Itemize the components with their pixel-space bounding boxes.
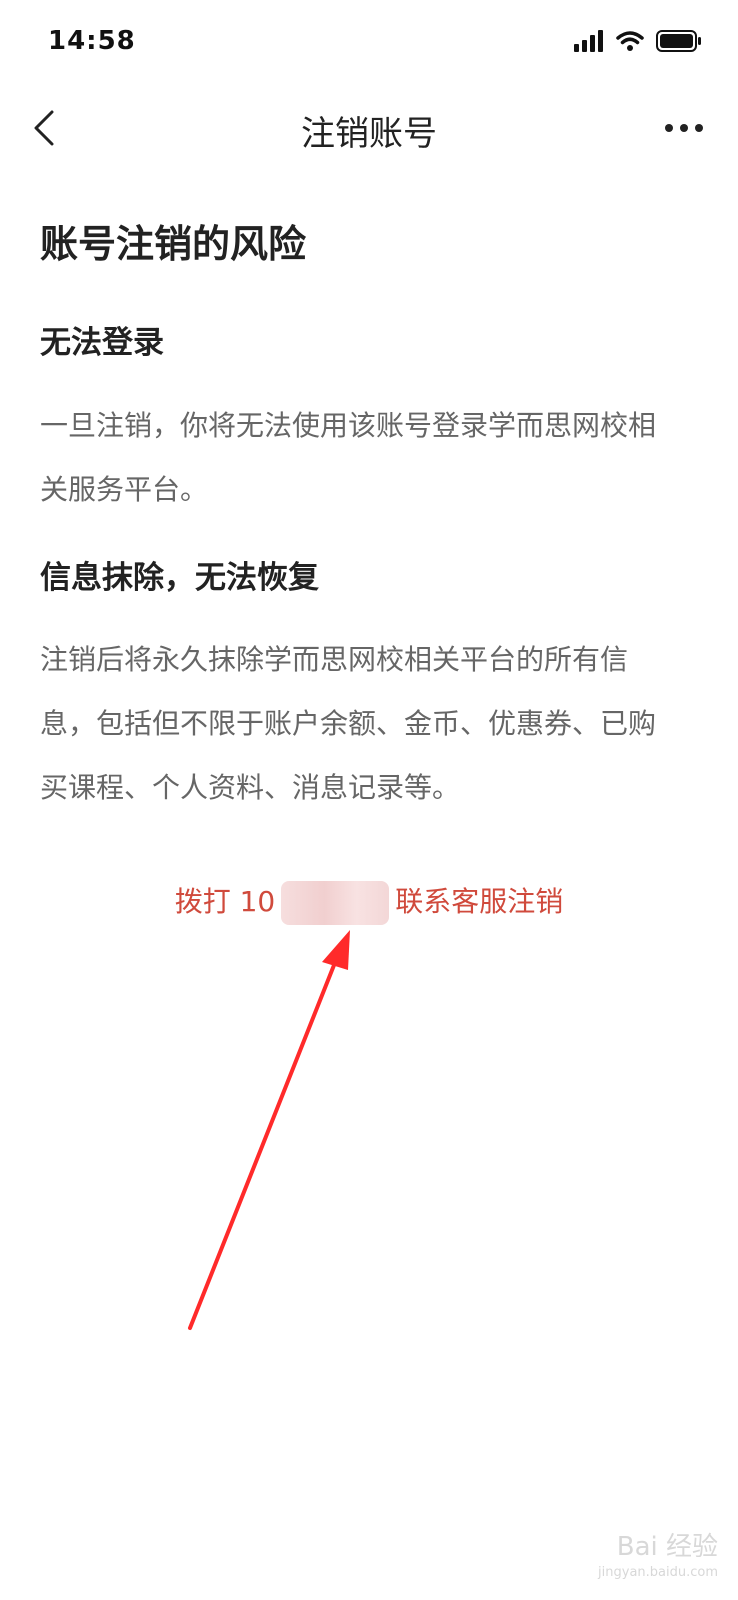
watermark-logo: Bai 经验 jingyan.baidu.com [598, 1526, 718, 1580]
arrow-shaft [188, 948, 342, 1330]
status-icons [574, 30, 702, 52]
contact-prefix: 拨打 10 [174, 885, 276, 918]
section-title-login: 无法登录 [40, 325, 164, 362]
risk-title: 账号注销的风险 [40, 222, 307, 266]
contact-service-link[interactable]: 拨打 10 联系客服注销 [0, 880, 738, 925]
battery-icon [656, 30, 701, 52]
content: 账号注销的风险 无法登录 一旦注销，你将无法使用该账号登录学而思网校相关服务平台… [40, 220, 680, 856]
section-body-login: 一旦注销，你将无法使用该账号登录学而思网校相关服务平台。 [40, 408, 657, 506]
section-body-erase: 注销后将永久抹除学而思网校相关平台的所有信息，包括但不限于账户余额、金币、优惠券… [40, 642, 657, 804]
more-button[interactable] [660, 106, 708, 150]
signal-icon [574, 30, 603, 52]
contact-suffix: 联系客服注销 [395, 885, 564, 918]
blurred-phone-number [281, 881, 390, 925]
more-dots-icon [665, 124, 703, 132]
watermark-subtext: jingyan.baidu.com [598, 1565, 718, 1580]
arrow-head [322, 930, 350, 970]
wifi-icon [616, 31, 644, 51]
watermark-text: Bai 经验 [616, 1532, 718, 1562]
status-time: 14:58 [48, 26, 136, 56]
page-title: 注销账号 [301, 114, 437, 154]
arrow-annotation [188, 930, 350, 1330]
section-title-erase: 信息抹除，无法恢复 [40, 559, 319, 596]
nav-bar: 注销账号 [0, 88, 738, 172]
status-bar: 14:58 [0, 0, 738, 88]
